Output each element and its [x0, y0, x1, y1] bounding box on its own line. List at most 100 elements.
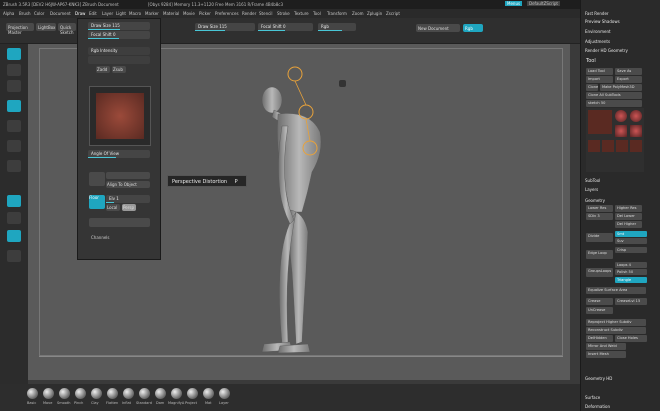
elv-slider[interactable]: Elv 1 [106, 195, 150, 203]
alpha-icon[interactable] [7, 120, 21, 132]
brush-layer-icon[interactable] [219, 388, 230, 399]
brush-pinch-icon[interactable] [75, 388, 86, 399]
menu-texture[interactable]: Texture [294, 11, 309, 16]
lightbox-button[interactable]: LightBox [36, 23, 56, 31]
loops-slider[interactable]: Loops 4 [615, 262, 647, 268]
menu-draw[interactable]: Draw [75, 11, 85, 16]
brush-magnify-icon[interactable] [171, 388, 182, 399]
quick-sketch-button[interactable]: Quick Sketch [58, 23, 76, 35]
menu-stroke[interactable]: Stroke [277, 11, 290, 16]
suv-button[interactable]: Suv [615, 238, 647, 244]
color-picker-icon[interactable] [7, 195, 21, 207]
triangle-button[interactable]: Triangle [615, 277, 647, 283]
clone-all-subtools-button[interactable]: Clone All SubTools [586, 92, 642, 99]
edit-mode-icon[interactable] [7, 48, 21, 60]
tool-thumb-sphere[interactable] [615, 110, 627, 122]
align-to-object-button[interactable]: Align To Object [106, 181, 150, 188]
make-polymesh-button[interactable]: Make PolyMesh3D [600, 84, 642, 91]
lower-res-button[interactable]: Lower Res [586, 205, 613, 212]
menu-macro[interactable]: Macro [129, 11, 141, 16]
draw-size-slider-top[interactable]: Draw Size 115 [195, 23, 255, 31]
environment-header[interactable]: Environment [585, 29, 611, 34]
menu-layer[interactable]: Layer [102, 11, 113, 16]
menu-movie[interactable]: Movie [183, 11, 195, 16]
brush-smooth-icon[interactable] [59, 388, 70, 399]
transpose-ring-mid[interactable] [298, 104, 314, 120]
preview-shadows-header[interactable]: Preview Shadows [585, 19, 620, 24]
zsub-button[interactable]: Zsub [112, 66, 126, 73]
brush-clay-icon[interactable] [91, 388, 102, 399]
crisp-button[interactable]: Crisp [615, 247, 647, 253]
reconstruct-subdiv-button[interactable]: Reconstruct Subdiv [586, 327, 646, 334]
menus-button[interactable]: Menus [505, 1, 523, 6]
brush-flatten-icon[interactable] [107, 388, 118, 399]
angle-of-view-slider[interactable]: Angle Of View [88, 150, 150, 158]
tool-thumb-current[interactable] [588, 110, 612, 134]
crease-button[interactable]: Crease [586, 298, 613, 305]
rgb-slider[interactable]: Rgb [318, 23, 356, 31]
focal-shift-slider-top[interactable]: Focal Shift 0 [258, 23, 313, 31]
crease-lvl-slider[interactable]: CreaseLvl 15 [615, 298, 647, 305]
close-holes-button[interactable]: Close Holes [615, 335, 647, 342]
layers-header[interactable]: Layers [585, 187, 598, 192]
geometry-hd-header[interactable]: Geometry HD [585, 376, 612, 381]
gradient-icon[interactable] [7, 212, 21, 224]
floor-button[interactable]: Floor [89, 195, 105, 209]
texture-icon[interactable] [7, 140, 21, 152]
menu-brush[interactable]: Brush [19, 11, 31, 16]
tool-thumb-polymesh[interactable] [630, 125, 642, 137]
polish-slider[interactable]: Polish 50 [615, 269, 647, 275]
local-button[interactable]: Local [106, 204, 120, 211]
draw-size-slider[interactable]: Draw Size 115 [88, 22, 150, 30]
brush-move-icon[interactable] [43, 388, 54, 399]
menu-picker[interactable]: Picker [199, 11, 211, 16]
switch-color-icon[interactable] [7, 250, 21, 262]
focal-shift-slider[interactable]: Focal Shift 0 [88, 31, 150, 39]
tool-thumb-plane[interactable] [616, 140, 628, 152]
clone-button[interactable]: Clone [586, 84, 598, 91]
brush-mat-icon[interactable] [203, 388, 214, 399]
brush-standard-icon[interactable] [139, 388, 150, 399]
menu-light[interactable]: Light [116, 11, 126, 16]
menu-zplugin[interactable]: Zplugin [367, 11, 382, 16]
brush-project-icon[interactable] [187, 388, 198, 399]
menu-preferences[interactable]: Preferences [215, 11, 239, 16]
surface-header[interactable]: Surface [585, 395, 600, 400]
tool-thumb-cylinder[interactable] [615, 125, 627, 137]
sdiv-slider[interactable]: SDiv 3 [586, 213, 613, 220]
persp-icon[interactable] [89, 172, 105, 186]
higher-res-button[interactable]: Higher Res [615, 205, 642, 212]
geometry-header[interactable]: Geometry [585, 198, 605, 203]
del-higher-button[interactable]: Del Higher [615, 221, 642, 228]
menu-marker[interactable]: Marker [145, 11, 159, 16]
persp-button[interactable]: Persp [122, 204, 136, 211]
transpose-ring-top[interactable] [287, 66, 303, 82]
material-sphere-icon[interactable] [7, 160, 21, 172]
save-as-button[interactable]: Save As [615, 68, 642, 75]
menu-document[interactable]: Document [50, 11, 71, 16]
adjustments-header[interactable]: Adjustments [585, 39, 610, 44]
import-button[interactable]: Import [586, 76, 613, 83]
menu-zoom[interactable]: Zoom [352, 11, 364, 16]
rgb-toggle-button[interactable]: Rgb [463, 24, 483, 32]
deformation-header[interactable]: Deformation [585, 404, 610, 409]
insert-mesh-button[interactable]: Insert Mesh [586, 351, 626, 358]
brush-dam-icon[interactable] [155, 388, 166, 399]
menu-material[interactable]: Material [163, 11, 179, 16]
z-intensity-slider[interactable] [88, 56, 150, 64]
menu-zscript[interactable]: Zscript [386, 11, 400, 16]
tool-thumb-simplebrush[interactable] [630, 110, 642, 122]
tool-thumb-figure-2[interactable] [602, 140, 614, 152]
smt-button[interactable]: Smt [615, 231, 647, 237]
del-hidden-button[interactable]: DelHidden [586, 335, 613, 342]
draw-preview-box[interactable] [89, 86, 151, 146]
menu-alpha[interactable]: Alpha [3, 11, 14, 16]
new-document-button[interactable]: New Document [416, 24, 460, 32]
edge-loop-button[interactable]: Edge Loop [586, 250, 613, 259]
brush-icon[interactable] [7, 100, 21, 112]
tool-thumb-sphere-2[interactable] [630, 140, 642, 152]
menu-transform[interactable]: Transform [327, 11, 347, 16]
divide-button[interactable]: Divide [586, 233, 613, 242]
export-button[interactable]: Export [615, 76, 642, 83]
equalize-surface-area-button[interactable]: Equalize Surface Area [586, 287, 646, 294]
